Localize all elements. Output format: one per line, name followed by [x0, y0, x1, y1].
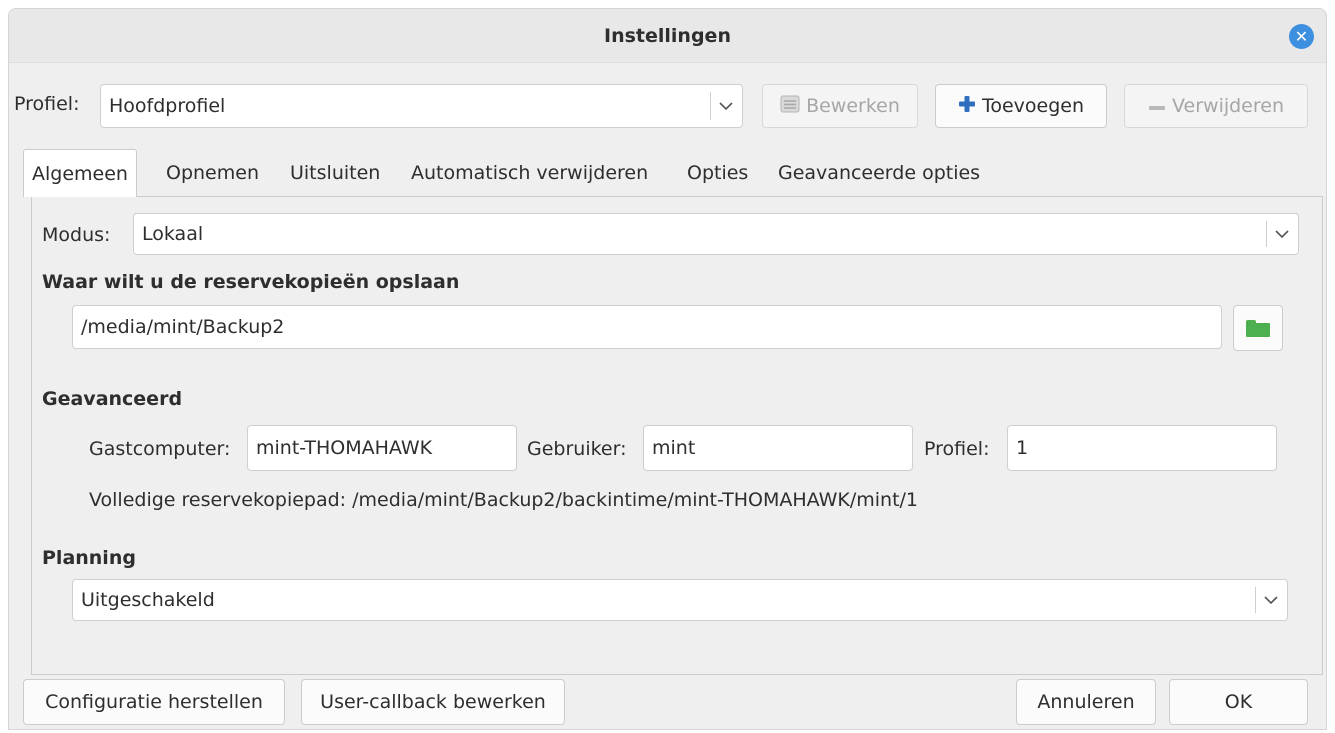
tab-label: Automatisch verwijderen	[411, 162, 649, 184]
window-title: Instellingen	[604, 24, 731, 47]
profile-id-input[interactable]: 1	[1007, 425, 1277, 471]
backup-path-value: /media/mint/Backup2	[81, 316, 285, 338]
tab-label: Opties	[687, 162, 749, 184]
add-profile-button[interactable]: Toevoegen	[935, 84, 1107, 128]
edit-user-callback-label: User-callback bewerken	[320, 691, 546, 713]
advanced-heading: Geavanceerd	[42, 388, 183, 410]
schedule-select-value: Uitgeschakeld	[81, 589, 215, 611]
tab-opnemen[interactable]: Opnemen	[166, 149, 259, 197]
restore-config-label: Configuratie herstellen	[45, 691, 263, 713]
cancel-button[interactable]: Annuleren	[1016, 679, 1156, 725]
user-input[interactable]: mint	[643, 425, 913, 471]
tab-label: Algemeen	[32, 162, 128, 185]
tab-uitsluiten[interactable]: Uitsluiten	[290, 149, 380, 197]
where-heading: Waar wilt u de reservekopieën opslaan	[42, 271, 460, 293]
edit-icon	[780, 95, 800, 118]
ok-button[interactable]: OK	[1169, 679, 1308, 725]
browse-folder-button[interactable]	[1233, 305, 1283, 351]
edit-profile-label: Bewerken	[806, 95, 900, 117]
cancel-label: Annuleren	[1037, 691, 1135, 713]
profile-label: Profiel:	[14, 93, 80, 115]
user-label: Gebruiker:	[527, 438, 627, 460]
tab-automatisch-verwijderen[interactable]: Automatisch verwijderen	[411, 149, 648, 197]
schedule-heading: Planning	[42, 547, 136, 569]
backup-path-input[interactable]: /media/mint/Backup2	[72, 305, 1222, 349]
settings-dialog: Instellingen ✕ Profiel: Hoofdprofiel Bew…	[8, 8, 1327, 730]
edit-profile-button[interactable]: Bewerken	[762, 84, 918, 128]
mode-select-value: Lokaal	[142, 223, 204, 245]
restore-config-button[interactable]: Configuratie herstellen	[23, 679, 285, 725]
tab-label: Opnemen	[166, 162, 259, 184]
user-value: mint	[652, 437, 696, 459]
tab-label: Geavanceerde opties	[778, 162, 981, 184]
profile-id-label: Profiel:	[924, 438, 990, 460]
profile-id-value: 1	[1016, 437, 1029, 459]
plus-icon	[958, 95, 976, 118]
folder-icon	[1246, 319, 1270, 337]
chevron-down-icon	[710, 85, 742, 127]
chevron-down-icon	[1266, 214, 1298, 254]
tab-algemeen[interactable]: Algemeen	[23, 149, 137, 197]
close-icon[interactable]: ✕	[1289, 24, 1314, 49]
add-profile-label: Toevoegen	[981, 95, 1085, 117]
remove-profile-label: Verwijderen	[1172, 95, 1284, 117]
host-value: mint-THOMAHAWK	[256, 437, 433, 459]
host-input[interactable]: mint-THOMAHAWK	[247, 425, 517, 471]
mode-label: Modus:	[42, 224, 111, 246]
profile-select-value: Hoofdprofiel	[109, 95, 226, 117]
mode-select[interactable]: Lokaal	[133, 213, 1299, 255]
host-label: Gastcomputer:	[89, 438, 231, 460]
profile-select[interactable]: Hoofdprofiel	[100, 84, 743, 128]
minus-icon	[1148, 95, 1166, 117]
remove-profile-button[interactable]: Verwijderen	[1124, 84, 1308, 128]
tab-geavanceerde-opties[interactable]: Geavanceerde opties	[778, 149, 980, 197]
edit-user-callback-button[interactable]: User-callback bewerken	[301, 679, 565, 725]
tab-opties[interactable]: Opties	[687, 149, 748, 197]
title-bar: Instellingen ✕	[9, 9, 1326, 63]
chevron-down-icon	[1255, 580, 1287, 620]
ok-label: OK	[1224, 691, 1253, 713]
tab-label: Uitsluiten	[290, 162, 381, 184]
schedule-select[interactable]: Uitgeschakeld	[72, 579, 1288, 621]
tab-panel-algemeen: Modus: Lokaal Waar wilt u de reservekopi…	[31, 196, 1323, 675]
full-path-text: Volledige reservekopiepad: /media/mint/B…	[89, 489, 919, 511]
